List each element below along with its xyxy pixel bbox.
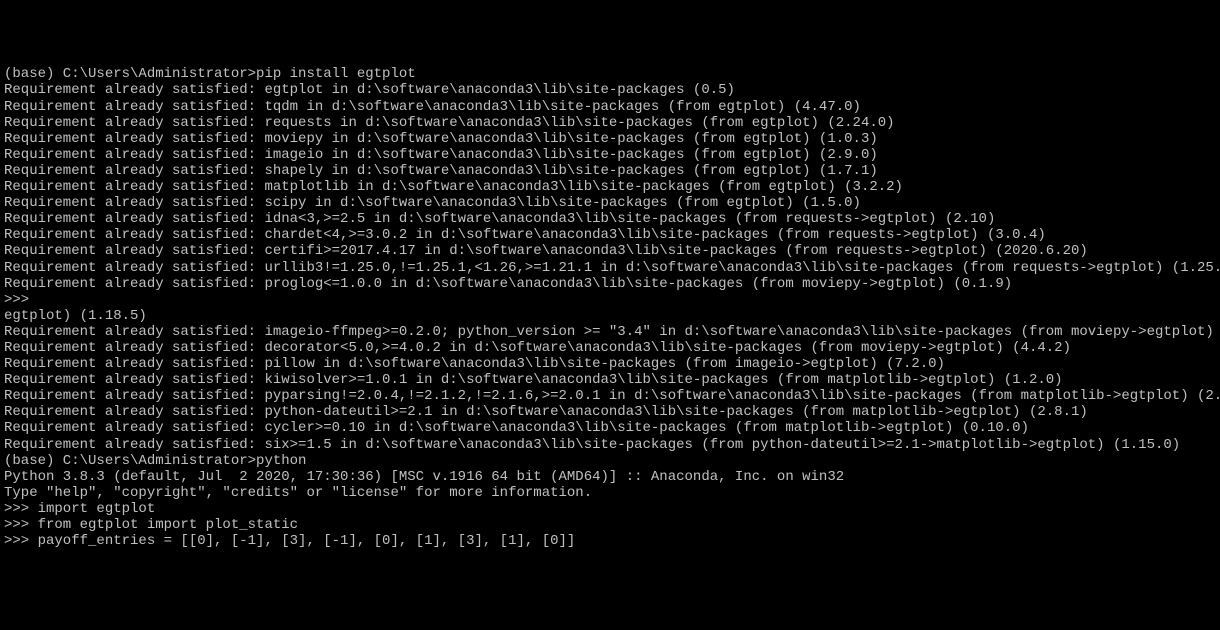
terminal-line: Requirement already satisfied: six>=1.5 …	[4, 437, 1216, 453]
terminal-line: Requirement already satisfied: shapely i…	[4, 163, 1216, 179]
terminal-line: Requirement already satisfied: imageio i…	[4, 147, 1216, 163]
terminal-line: Requirement already satisfied: moviepy i…	[4, 131, 1216, 147]
terminal-line: Requirement already satisfied: proglog<=…	[4, 276, 1216, 292]
terminal-line: Requirement already satisfied: imageio-f…	[4, 324, 1216, 340]
terminal-output[interactable]: (base) C:\Users\Administrator>pip instal…	[4, 66, 1216, 549]
terminal-line: Requirement already satisfied: idna<3,>=…	[4, 211, 1216, 227]
terminal-line: Type "help", "copyright", "credits" or "…	[4, 485, 1216, 501]
terminal-line: Requirement already satisfied: chardet<4…	[4, 227, 1216, 243]
terminal-line: Requirement already satisfied: pillow in…	[4, 356, 1216, 372]
terminal-line: Requirement already satisfied: kiwisolve…	[4, 372, 1216, 388]
terminal-line: Requirement already satisfied: certifi>=…	[4, 243, 1216, 259]
terminal-line: Requirement already satisfied: tqdm in d…	[4, 99, 1216, 115]
terminal-line: >>> payoff_entries = [[0], [-1], [3], [-…	[4, 533, 1216, 549]
terminal-line: >>> from egtplot import plot_static	[4, 517, 1216, 533]
terminal-line: Requirement already satisfied: python-da…	[4, 404, 1216, 420]
terminal-line: (base) C:\Users\Administrator>python	[4, 453, 1216, 469]
terminal-line: Requirement already satisfied: decorator…	[4, 340, 1216, 356]
terminal-line: >>>	[4, 292, 1216, 308]
terminal-line: Requirement already satisfied: matplotli…	[4, 179, 1216, 195]
terminal-line: Requirement already satisfied: scipy in …	[4, 195, 1216, 211]
terminal-line: Requirement already satisfied: requests …	[4, 115, 1216, 131]
terminal-line: Python 3.8.3 (default, Jul 2 2020, 17:30…	[4, 469, 1216, 485]
terminal-line: Requirement already satisfied: cycler>=0…	[4, 420, 1216, 436]
terminal-line: egtplot) (1.18.5)	[4, 308, 1216, 324]
terminal-line: Requirement already satisfied: urllib3!=…	[4, 260, 1216, 276]
terminal-line: Requirement already satisfied: pyparsing…	[4, 388, 1216, 404]
terminal-line: Requirement already satisfied: egtplot i…	[4, 82, 1216, 98]
terminal-line: (base) C:\Users\Administrator>pip instal…	[4, 66, 1216, 82]
